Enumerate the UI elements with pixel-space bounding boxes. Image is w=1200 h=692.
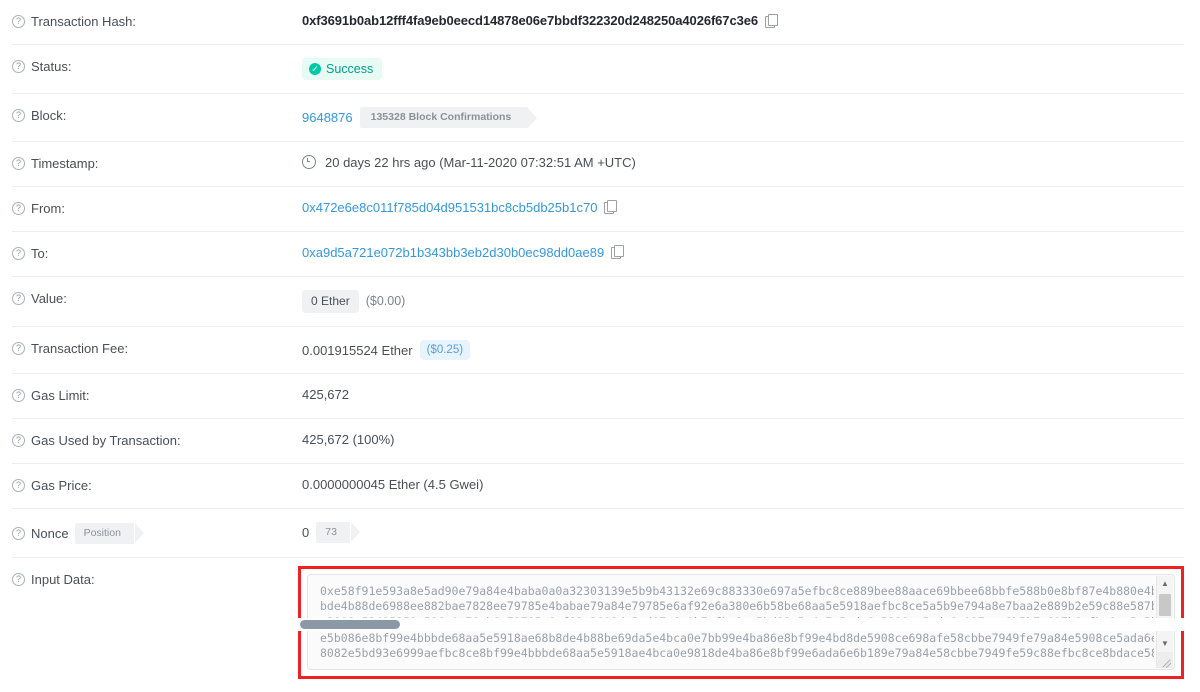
block-number-link[interactable]: 9648876 — [302, 110, 353, 125]
table-row-transaction-hash: ? Transaction Hash: 0xf3691b0ab12fff4fa9… — [12, 0, 1184, 45]
help-icon[interactable]: ? — [12, 434, 25, 448]
label-transaction-hash: ? Transaction Hash: — [12, 0, 302, 42]
label-block: ? Block: — [12, 94, 302, 136]
value-from: 0x472e6e8c011f785d04d951531bc8cb5db25b1c… — [302, 187, 1184, 228]
label-input-data: ? Input Data: — [12, 558, 302, 600]
help-icon[interactable]: ? — [12, 109, 25, 122]
nonce-position-value-chip: 73 — [316, 522, 360, 543]
table-row-gas-price: ? Gas Price: 0.0000000045 Ether (4.5 Gwe… — [12, 464, 1184, 510]
value-block: 9648876 135328 Block Confirmations — [302, 94, 1184, 141]
value-gas-price: 0.0000000045 Ether (4.5 Gwei) — [302, 464, 1184, 505]
value-gas-used: 425,672 (100%) — [302, 419, 1184, 460]
label-text: Transaction Fee: — [31, 340, 129, 356]
gas-used-value: 425,672 (100%) — [302, 432, 395, 448]
label-text: Gas Price: — [31, 478, 92, 494]
help-icon[interactable]: ? — [12, 291, 25, 305]
label-gas-used: ? Gas Used by Transaction: — [12, 419, 302, 461]
page-horizontal-scrollbar[interactable] — [0, 618, 1200, 631]
value-amount-chip: 0 Ether — [302, 289, 359, 313]
label-text: Nonce — [31, 526, 69, 542]
table-row-block: ? Block: 9648876 135328 Block Confirmati… — [12, 94, 1184, 142]
label-text: Block: — [31, 108, 67, 123]
transaction-fee-usd: ($0.25) — [419, 339, 471, 361]
copy-icon[interactable] — [764, 13, 778, 28]
help-icon[interactable]: ? — [12, 479, 25, 493]
help-icon[interactable]: ? — [12, 246, 25, 260]
transaction-fee-amount: 0.001915524 Ether — [302, 342, 413, 358]
value-gas-limit: 425,672 — [302, 374, 1184, 415]
status-badge: ✓ Success — [302, 58, 383, 80]
help-icon[interactable]: ? — [12, 60, 25, 73]
copy-icon[interactable] — [611, 245, 625, 259]
timestamp-value: 20 days 22 hrs ago (Mar-11-2020 07:32:51… — [325, 154, 636, 170]
label-to: ? To: — [12, 232, 302, 274]
label-nonce: ? Nonce Position — [12, 509, 302, 557]
value-value: 0 Ether ($0.00) — [302, 277, 1184, 326]
label-text: From: — [31, 200, 65, 216]
help-icon[interactable]: ? — [12, 341, 25, 355]
nonce-value: 0 — [302, 525, 310, 541]
value-transaction-hash: 0xf3691b0ab12fff4fa9eb0eecd14878e06e7bbd… — [302, 0, 1184, 41]
scrollbar-thumb[interactable] — [1159, 593, 1171, 616]
help-icon[interactable]: ? — [12, 572, 25, 586]
label-text: Timestamp: — [31, 155, 99, 171]
label-status: ? Status: — [12, 45, 302, 87]
table-row-value: ? Value: 0 Ether ($0.00) — [12, 277, 1184, 327]
value-usd: ($0.00) — [365, 294, 406, 309]
help-icon[interactable]: ? — [12, 201, 25, 215]
table-row-status: ? Status: ✓ Success — [12, 45, 1184, 94]
label-text: Value: — [31, 290, 67, 306]
help-icon[interactable]: ? — [12, 15, 25, 28]
nonce-position-chip: Position — [74, 523, 145, 544]
table-row-to: ? To: 0xa9d5a721e072b1b343bb3eb2d30b0ec9… — [12, 232, 1184, 277]
label-gas-limit: ? Gas Limit: — [12, 374, 302, 416]
from-address-link[interactable]: 0x472e6e8c011f785d04d951531bc8cb5db25b1c… — [302, 200, 597, 215]
label-text: Gas Used by Transaction: — [31, 433, 181, 449]
label-text: Status: — [31, 59, 72, 74]
transaction-hash-value: 0xf3691b0ab12fff4fa9eb0eecd14878e06e7bbd… — [302, 13, 758, 28]
table-row-from: ? From: 0x472e6e8c011f785d04d951531bc8cb… — [12, 187, 1184, 232]
label-value: ? Value: — [12, 277, 302, 319]
label-transaction-fee: ? Transaction Fee: — [12, 327, 302, 369]
copy-icon[interactable] — [604, 200, 618, 214]
table-row-timestamp: ? Timestamp: 20 days 22 hrs ago (Mar-11-… — [12, 142, 1184, 187]
label-from: ? From: — [12, 187, 302, 229]
help-icon[interactable]: ? — [12, 389, 25, 403]
gas-price-value: 0.0000000045 Ether (4.5 Gwei) — [302, 477, 484, 493]
value-to: 0xa9d5a721e072b1b343bb3eb2d30b0ec98dd0ae… — [302, 232, 1184, 273]
label-text: To: — [31, 245, 49, 261]
label-timestamp: ? Timestamp: — [12, 142, 302, 184]
transaction-details-table: ? Transaction Hash: 0xf3691b0ab12fff4fa9… — [0, 0, 1200, 692]
table-row-gas-used: ? Gas Used by Transaction: 425,672 (100%… — [12, 419, 1184, 465]
resize-grip-icon[interactable] — [1157, 651, 1173, 668]
status-text: Success — [326, 62, 374, 76]
label-text: Input Data: — [31, 571, 95, 587]
to-address-link[interactable]: 0xa9d5a721e072b1b343bb3eb2d30b0ec98dd0ae… — [302, 245, 604, 260]
label-text: Gas Limit: — [31, 388, 90, 404]
label-gas-price: ? Gas Price: — [12, 464, 302, 506]
transaction-details-page: ? Transaction Hash: 0xf3691b0ab12fff4fa9… — [0, 0, 1200, 679]
check-circle-icon: ✓ — [309, 63, 321, 75]
help-icon[interactable]: ? — [12, 527, 25, 541]
horizontal-scrollbar-thumb[interactable] — [300, 620, 400, 629]
value-timestamp: 20 days 22 hrs ago (Mar-11-2020 07:32:51… — [302, 142, 1184, 183]
block-confirmations-chip: 135328 Block Confirmations — [359, 107, 537, 129]
value-transaction-fee: 0.001915524 Ether ($0.25) — [302, 327, 1184, 374]
table-row-transaction-fee: ? Transaction Fee: 0.001915524 Ether ($0… — [12, 327, 1184, 375]
value-status: ✓ Success — [302, 45, 1184, 93]
table-row-nonce: ? Nonce Position 0 73 — [12, 509, 1184, 558]
value-nonce: 0 73 — [302, 509, 1184, 556]
chevron-up-icon[interactable]: ▲ — [1157, 576, 1173, 592]
table-row-gas-limit: ? Gas Limit: 425,672 — [12, 374, 1184, 420]
gas-limit-value: 425,672 — [302, 387, 349, 403]
label-text: Transaction Hash: — [31, 14, 137, 29]
chevron-down-icon[interactable]: ▼ — [1157, 636, 1173, 652]
clock-icon — [302, 155, 316, 169]
help-icon[interactable]: ? — [12, 156, 25, 170]
